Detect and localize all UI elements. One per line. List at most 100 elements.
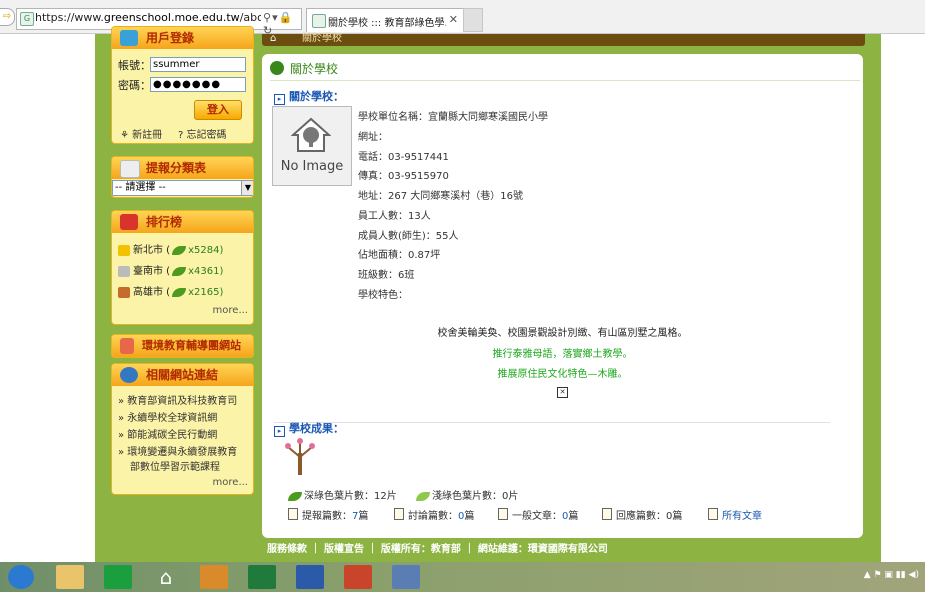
related-links-title: 相關網站連結 bbox=[146, 368, 219, 382]
all-articles-link[interactable]: 所有文章 bbox=[708, 507, 762, 522]
clipboard-icon bbox=[120, 160, 140, 178]
posts-label: 提報篇數： bbox=[302, 511, 352, 522]
unit-label: 篇 bbox=[568, 511, 579, 522]
light-leaf-label: 淺綠色葉片數：0片 bbox=[432, 491, 519, 502]
password-input[interactable]: ●●●●●●● bbox=[150, 77, 246, 92]
category-select[interactable]: -- 請選擇 -- ▼ bbox=[112, 180, 253, 196]
divider bbox=[274, 422, 830, 423]
dark-leaf-icon bbox=[288, 491, 302, 501]
system-tray[interactable]: ▲ ⚑ ▣ ▮▮ ◀) bbox=[864, 570, 919, 580]
tree-icon bbox=[270, 61, 284, 75]
file-explorer-icon[interactable] bbox=[56, 565, 84, 589]
bronze-trophy-icon bbox=[118, 286, 130, 298]
chevron-down-icon[interactable]: ▼ bbox=[241, 181, 253, 195]
back-arrow-icon[interactable]: ⇨ bbox=[0, 8, 15, 26]
school-address: 地址：267 大同鄉寒溪村（巷）16號 bbox=[358, 191, 523, 202]
document-icon bbox=[394, 508, 404, 520]
guide-link[interactable]: 環境教育輔導團網站 bbox=[112, 335, 253, 357]
ranking-item[interactable]: 高雄市 (x2165) bbox=[118, 283, 223, 298]
leaf-icon bbox=[172, 245, 187, 255]
about-heading-text: 關於學校： bbox=[289, 90, 344, 103]
new-tab-button[interactable] bbox=[463, 8, 483, 32]
url-text[interactable]: https://www.greenschool.moe.edu.tw/about… bbox=[35, 11, 261, 24]
account-label: 帳號： bbox=[118, 59, 151, 72]
area: 佔地面積：0.87坪 bbox=[358, 250, 441, 261]
class-count: 班級數：6班 bbox=[358, 270, 415, 281]
unit-label: 篇 bbox=[358, 511, 369, 522]
growth-tree-icon bbox=[285, 438, 315, 475]
ranking-city: 臺南市 ( bbox=[133, 266, 171, 277]
box-arrow-icon: ▸ bbox=[274, 426, 285, 437]
main-title-text: 關於學校 bbox=[290, 62, 339, 76]
forgot-label: 忘記密碼 bbox=[186, 130, 227, 141]
app-icon[interactable] bbox=[200, 565, 228, 589]
feature-line: 推行泰雅母語，落實鄉土教學。 bbox=[492, 349, 633, 360]
gold-trophy-icon bbox=[118, 244, 130, 256]
register-icon: ⚘ bbox=[120, 130, 129, 141]
ranking-item[interactable]: 臺南市 (x4361) bbox=[118, 262, 223, 277]
dark-leaf-label: 深綠色葉片數：12片 bbox=[304, 491, 397, 502]
home-icon[interactable]: ⌂ bbox=[270, 34, 276, 44]
excel-icon[interactable] bbox=[248, 565, 276, 589]
related-link[interactable]: » 教育部資訊及科技教育司 bbox=[118, 392, 237, 407]
school-website: 網址： bbox=[358, 132, 388, 143]
document-icon bbox=[288, 508, 298, 520]
related-link[interactable]: » 永續學校全球資訊網 bbox=[118, 409, 217, 424]
no-image-label: No Image bbox=[280, 159, 344, 174]
house-icon bbox=[291, 117, 331, 152]
login-button[interactable]: 登入 bbox=[194, 100, 242, 120]
store-icon[interactable] bbox=[104, 565, 132, 589]
document-icon bbox=[602, 508, 612, 520]
web-page: 用戶登錄 帳號： ssummer 密碼： ●●●●●●● 登入 ⚘ 新註冊 ? … bbox=[0, 26, 925, 562]
related-link[interactable]: » 環境變遷與永續發展教育 bbox=[118, 443, 237, 458]
pen-app-icon[interactable] bbox=[392, 565, 420, 589]
member-count: 成員人數(師生)：55人 bbox=[358, 231, 459, 242]
screen: ⇨ G https://www.greenschool.moe.edu.tw/a… bbox=[0, 0, 925, 592]
related-link-continued[interactable]: 部數位學習示範課程 bbox=[130, 458, 220, 473]
category-select-value: -- 請選擇 -- bbox=[115, 182, 166, 193]
ranking-city: 新北市 ( bbox=[133, 245, 171, 256]
browser-tab[interactable]: 關於學校 ::: 教育部綠色學... ✕ bbox=[306, 8, 464, 32]
school-name: 學校單位名稱：宜蘭縣大同鄉寒溪國民小學 bbox=[358, 112, 548, 123]
account-input[interactable]: ssummer bbox=[150, 57, 246, 72]
main-title: 關於學校 bbox=[270, 58, 860, 81]
site-footer[interactable]: 服務條款 ｜ 版權宣告 ｜ 版權所有：教育部 ｜ 網站維護：環資國際有限公司 bbox=[262, 542, 870, 558]
ranking-title: 排行榜 bbox=[146, 215, 183, 229]
ranking-count: x2165) bbox=[188, 287, 224, 298]
home-taskbar-icon[interactable]: ⌂ bbox=[152, 565, 180, 589]
breadcrumb: ⌂ 關於學校 bbox=[262, 34, 865, 46]
feature-line: 校舍美輪美奐、校園景觀設計別緻、有山區別墅之風格。 bbox=[437, 328, 688, 339]
ranking-more-link[interactable]: more... bbox=[213, 305, 248, 316]
silver-trophy-icon bbox=[118, 265, 130, 277]
feature-line: 推展原住民文化特色—木雕。 bbox=[497, 369, 628, 380]
login-panel: 用戶登錄 帳號： ssummer 密碼： ●●●●●●● 登入 ⚘ 新註冊 ? … bbox=[111, 26, 254, 144]
windows-taskbar: ⌂ ▲ ⚑ ▣ ▮▮ ◀) bbox=[0, 562, 925, 592]
reply-count: 回應篇數：0篇 bbox=[602, 507, 682, 522]
close-tab-icon[interactable]: ✕ bbox=[449, 13, 458, 26]
powerpoint-icon[interactable] bbox=[344, 565, 372, 589]
school-phone: 電話：03-9517441 bbox=[358, 152, 449, 163]
related-more-link[interactable]: more... bbox=[213, 477, 248, 488]
ranking-header: 排行榜 bbox=[112, 211, 253, 233]
document-icon bbox=[708, 508, 718, 520]
internet-explorer-icon[interactable] bbox=[8, 565, 34, 589]
guide-link-label: 環境教育輔導團網站 bbox=[142, 339, 241, 352]
forgot-password-link[interactable]: ? 忘記密碼 bbox=[178, 126, 227, 141]
discussion-count: 討論篇數：0篇 bbox=[394, 507, 474, 522]
search-icon[interactable]: ⚲ bbox=[263, 11, 272, 24]
related-link[interactable]: » 節能減碳全民行動網 bbox=[118, 426, 217, 441]
word-icon[interactable] bbox=[296, 565, 324, 589]
document-icon bbox=[498, 508, 508, 520]
url-domain: greenschool.moe.edu.tw bbox=[103, 11, 240, 24]
lock-icon[interactable]: 🔒 bbox=[279, 11, 294, 24]
guide-link-panel[interactable]: 環境教育輔導團網站 bbox=[111, 334, 254, 358]
main-panel: 關於學校 ▸ 關於學校： No Image 學校單位名稱：宜蘭縣大同鄉寒溪國民小學… bbox=[262, 54, 863, 538]
register-label: 新註冊 bbox=[132, 130, 163, 141]
register-link[interactable]: ⚘ 新註冊 bbox=[120, 126, 162, 141]
ranking-item[interactable]: 新北市 (x5284) bbox=[118, 241, 223, 256]
tab-title: 關於學校 ::: 教育部綠色學... bbox=[328, 18, 446, 29]
dark-leaf-count: 深綠色葉片數：12片 bbox=[286, 487, 397, 502]
right-margin bbox=[881, 34, 925, 562]
password-label: 密碼： bbox=[118, 79, 151, 92]
all-articles-label[interactable]: 所有文章 bbox=[722, 511, 762, 522]
